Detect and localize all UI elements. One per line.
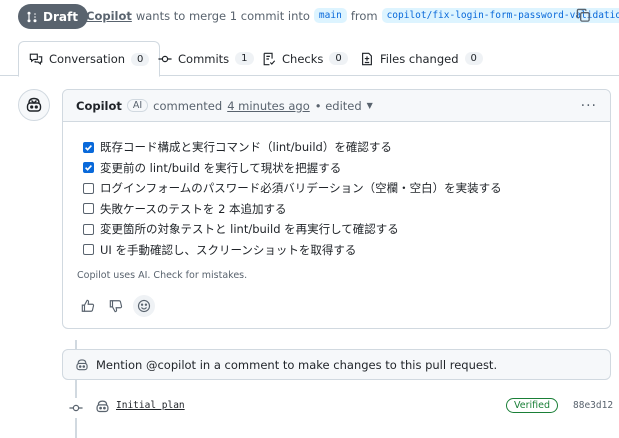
thumbs-down-button[interactable]: [105, 295, 127, 317]
tab-files-changed-label: Files changed: [380, 51, 459, 66]
copilot-icon: [26, 97, 42, 112]
pr-header: Draft Copilot wants to merge 1 commit in…: [0, 0, 619, 36]
mention-note-text: Mention @copilot in a comment to make ch…: [96, 357, 498, 372]
task-checkbox-checked[interactable]: [83, 141, 94, 153]
thumbs-down-icon: [109, 300, 123, 313]
task-item: 変更前の lint/build を実行して現状を把握する: [83, 158, 502, 179]
copilot-mention-note: Mention @copilot in a comment to make ch…: [62, 349, 611, 380]
task-text: 既存コード構成と実行コマンド（lint/build）を確認する: [100, 140, 392, 155]
commit-message-link[interactable]: Initial plan: [116, 400, 185, 411]
ai-badge: AI: [126, 99, 149, 112]
task-item: ログインフォームのパスワード必須バリデーション（空欄・空白）を実装する: [83, 178, 502, 199]
task-text: 変更箇所の対象テストと lint/build を再実行して確認する: [100, 222, 399, 237]
comment-timestamp[interactable]: 4 minutes ago: [227, 99, 310, 113]
draft-badge: Draft: [18, 4, 88, 29]
edited-label[interactable]: • edited: [315, 99, 362, 113]
file-diff-icon: [362, 52, 372, 65]
tab-conversation-label: Conversation: [49, 52, 126, 66]
kebab-horizontal-icon[interactable]: ···: [581, 98, 597, 114]
merge-action-text: wants to merge 1 commit into: [135, 8, 310, 23]
task-item: 変更箇所の対象テストと lint/build を再実行して確認する: [83, 219, 502, 240]
task-checkbox[interactable]: [83, 203, 94, 215]
git-commit-icon: [158, 55, 172, 62]
task-item: 失敗ケースのテストを 2 本追加する: [83, 199, 502, 220]
comment-verb: commented: [153, 98, 223, 113]
smiley-icon: [137, 299, 151, 313]
base-branch[interactable]: main: [313, 8, 347, 23]
task-text: 変更前の lint/build を実行して現状を把握する: [100, 160, 342, 175]
tab-checks-count: 0: [329, 52, 348, 65]
tab-files-changed-count: 0: [464, 52, 483, 65]
tab-commits-label: Commits: [178, 51, 230, 66]
commit-row: Initial plan Verified 88e3d12: [0, 396, 619, 418]
task-text: ログインフォームのパスワード必須バリデーション（空欄・空白）を実装する: [100, 181, 502, 196]
verified-badge[interactable]: Verified: [506, 398, 559, 413]
ai-disclaimer: Copilot uses AI. Check for mistakes.: [77, 270, 248, 281]
tab-files-changed[interactable]: Files changed 0: [350, 41, 493, 76]
draft-label: Draft: [43, 9, 78, 24]
tab-conversation[interactable]: Conversation 0: [18, 41, 161, 77]
feedback-reactions: [77, 295, 155, 317]
tab-commits-count: 1: [235, 52, 254, 65]
task-item: UI を手動確認し、スクリーンショットを取得する: [83, 240, 502, 261]
pr-tabs: Conversation 0 Commits 1 Checks 0 Files …: [0, 41, 619, 77]
git-pull-request-draft-icon: [27, 11, 37, 22]
comment-box: Copilot AI commented 4 minutes ago • edi…: [62, 89, 611, 329]
comment-header: Copilot AI commented 4 minutes ago • edi…: [63, 90, 610, 122]
thumbs-up-icon: [81, 299, 95, 312]
comment-author[interactable]: Copilot: [76, 99, 122, 113]
copilot-icon: [76, 358, 88, 370]
copy-icon[interactable]: [576, 8, 591, 23]
comment-discussion-icon: [29, 53, 43, 65]
tab-checks[interactable]: Checks 0: [252, 41, 358, 76]
add-reaction-button[interactable]: [133, 295, 155, 317]
tab-checks-label: Checks: [282, 51, 324, 66]
tab-commits[interactable]: Commits 1: [148, 41, 264, 76]
avatar[interactable]: [18, 89, 50, 121]
copilot-icon[interactable]: [95, 399, 110, 414]
git-commit-icon: [66, 398, 86, 418]
task-checkbox[interactable]: [83, 223, 94, 235]
task-text: 失敗ケースのテストを 2 本追加する: [100, 201, 287, 216]
checklist-icon: [263, 52, 276, 65]
task-checkbox-checked[interactable]: [83, 162, 94, 174]
task-checkbox[interactable]: [83, 244, 94, 256]
commit-sha-link[interactable]: 88e3d12: [573, 400, 613, 411]
thumbs-up-button[interactable]: [77, 295, 99, 317]
task-checkbox[interactable]: [83, 182, 94, 194]
from-text: from: [350, 8, 378, 23]
pr-meta: Copilot wants to merge 1 commit into mai…: [86, 8, 619, 23]
author-link[interactable]: Copilot: [86, 9, 132, 23]
task-item: 既存コード構成と実行コマンド（lint/build）を確認する: [83, 137, 502, 158]
task-text: UI を手動確認し、スクリーンショットを取得する: [100, 242, 357, 257]
chevron-down-icon[interactable]: ▼: [367, 101, 373, 110]
task-list: 既存コード構成と実行コマンド（lint/build）を確認する 変更前の lin…: [83, 137, 502, 260]
tab-conversation-count: 0: [131, 52, 150, 66]
